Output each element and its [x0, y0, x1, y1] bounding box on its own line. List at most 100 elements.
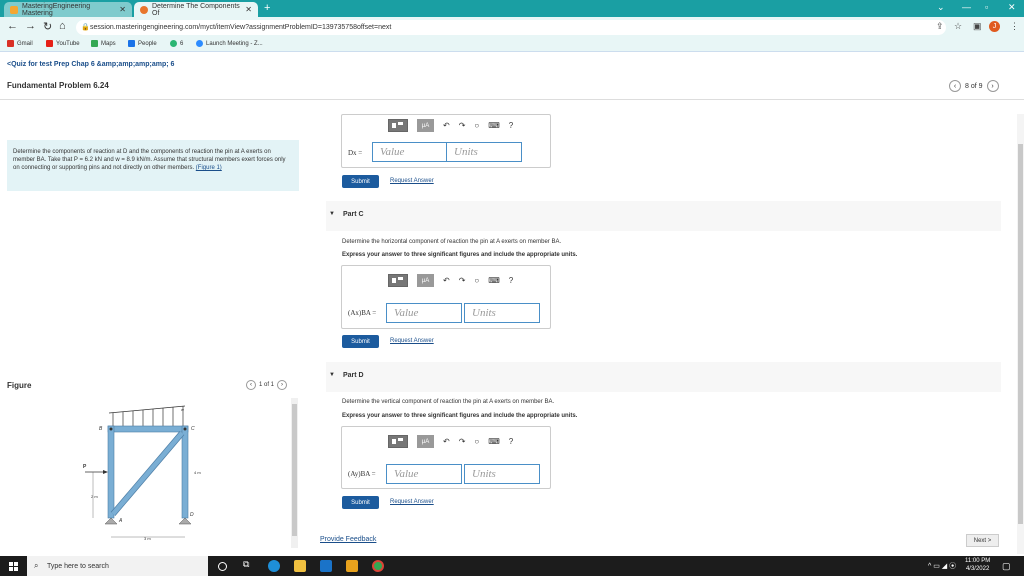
new-tab-button[interactable]: + [264, 2, 270, 14]
keyboard-icon[interactable]: ⌨ [488, 276, 500, 285]
chevron-down-icon[interactable]: ⌄ [937, 2, 945, 13]
forward-arrow-icon[interactable]: → [25, 20, 36, 32]
help-icon[interactable]: ? [509, 121, 513, 130]
youtube-icon [46, 40, 53, 47]
back-arrow-icon[interactable]: ← [7, 20, 18, 32]
units-input[interactable]: Units [464, 464, 540, 484]
submit-button[interactable]: Submit [342, 175, 379, 188]
task-view-icon[interactable]: ⧉ [243, 559, 255, 571]
next-problem-button[interactable]: › [986, 80, 999, 92]
share-icon[interactable]: ⇪ [936, 21, 944, 32]
templates-icon[interactable] [388, 274, 408, 287]
extensions-icon[interactable]: ▣ [973, 21, 982, 32]
windows-start-icon[interactable] [9, 562, 18, 571]
scroll-thumb[interactable] [1018, 144, 1023, 524]
prev-problem-button[interactable]: ‹ [949, 80, 961, 92]
reload-icon[interactable]: ↻ [43, 20, 52, 33]
redo-icon[interactable]: ↷ [459, 121, 466, 130]
units-input[interactable]: Units [446, 142, 522, 162]
figure-pager: ‹ 1 of 1 › [246, 380, 288, 390]
quiz-back-link[interactable]: <Quiz for test Prep Chap 6 &amp;amp;amp;… [7, 61, 174, 68]
maximize-icon[interactable]: ▫ [985, 2, 988, 12]
undo-icon[interactable]: ↶ [443, 437, 450, 446]
taskbar-search-input[interactable]: ⌕ Type here to search [27, 556, 208, 576]
templates-icon[interactable] [388, 435, 408, 448]
figure-link[interactable]: (Figure 1) [196, 165, 222, 171]
mail-icon[interactable] [320, 560, 332, 572]
bookmark-maps[interactable]: Maps [91, 40, 116, 47]
undo-icon[interactable]: ↶ [443, 121, 450, 130]
tab-mastering[interactable]: MasteringEngineering Mastering ✕ [4, 2, 132, 17]
label-d: D [190, 512, 194, 518]
reset-icon[interactable]: ○ [474, 437, 479, 446]
bookmark-6[interactable]: 6 [170, 40, 183, 47]
reset-icon[interactable]: ○ [474, 276, 479, 285]
value-input[interactable]: Value [386, 303, 462, 323]
request-answer-link[interactable]: Request Answer [390, 178, 434, 184]
tab-determine[interactable]: Determine The Components Of ✕ [134, 2, 258, 17]
bookmark-gmail[interactable]: Gmail [7, 40, 33, 47]
url-bar[interactable]: 🔒 session.masteringengineering.com/myct/… [76, 20, 946, 35]
submit-button[interactable]: Submit [342, 335, 379, 348]
system-tray-icons[interactable]: ^ ▭ ◢ ⦿ [928, 561, 956, 571]
part-instruction: Express your answer to three significant… [342, 413, 578, 419]
request-answer-link[interactable]: Request Answer [390, 499, 434, 505]
home-icon[interactable]: ⌂ [59, 20, 66, 32]
cortana-icon[interactable] [218, 562, 227, 571]
redo-icon[interactable]: ↷ [459, 437, 466, 446]
chrome-icon[interactable] [372, 560, 384, 572]
value-input[interactable]: Value [386, 464, 462, 484]
dim-base: 3 m [144, 536, 151, 541]
bookmark-launch-meeting[interactable]: Launch Meeting - Z... [196, 40, 263, 47]
keyboard-icon[interactable]: ⌨ [488, 121, 500, 130]
problem-title: Fundamental Problem 6.24 [7, 81, 109, 90]
prev-figure-button[interactable]: ‹ [246, 380, 256, 390]
file-explorer-icon[interactable] [294, 560, 306, 572]
help-icon[interactable]: ? [509, 437, 513, 446]
units-button[interactable]: μA [417, 435, 434, 448]
units-input[interactable]: Units [464, 303, 540, 323]
help-icon[interactable]: ? [509, 276, 513, 285]
taskbar-clock[interactable]: 11:00 PM 4/3/2022 [965, 557, 990, 573]
bookmark-people[interactable]: People [128, 40, 157, 47]
edge-icon[interactable] [268, 560, 280, 572]
templates-icon[interactable] [388, 119, 408, 132]
dim-left: 2 m [91, 494, 98, 499]
math-toolbar: μA ↶ ↷ ○ ⌨ ? [388, 274, 513, 287]
answer-box-part-b: μA ↶ ↷ ○ ⌨ ? Dx = Value Units [341, 114, 551, 168]
part-description: Determine the vertical component of reac… [342, 399, 555, 405]
undo-icon[interactable]: ↶ [443, 276, 450, 285]
profile-avatar[interactable]: J [989, 21, 1000, 32]
next-figure-button[interactable]: › [277, 380, 288, 390]
bookmark-youtube[interactable]: YouTube [46, 40, 80, 47]
next-button[interactable]: Next > [966, 534, 999, 547]
gmail-icon [7, 40, 14, 47]
member-cd [181, 425, 189, 519]
window-close-icon[interactable]: ✕ [1008, 2, 1016, 13]
redo-icon[interactable]: ↷ [459, 276, 466, 285]
units-button[interactable]: μA [417, 119, 434, 132]
submit-button[interactable]: Submit [342, 496, 379, 509]
star-icon[interactable]: ☆ [954, 21, 962, 32]
minimize-icon[interactable]: — [962, 2, 971, 12]
notifications-icon[interactable]: ▢ [1002, 561, 1011, 572]
divider [0, 99, 1024, 100]
figure-scrollbar[interactable] [291, 398, 298, 548]
scroll-thumb[interactable] [292, 404, 297, 536]
store-icon[interactable] [346, 560, 358, 572]
units-button[interactable]: μA [417, 274, 434, 287]
close-icon[interactable]: ✕ [119, 5, 126, 14]
dim-height: 4 m [194, 470, 201, 475]
provide-feedback-link[interactable]: Provide Feedback [320, 536, 376, 543]
page-scrollbar[interactable] [1017, 114, 1024, 554]
value-input[interactable]: Value [372, 142, 448, 162]
part-c-header[interactable]: ▼ Part C [326, 201, 1001, 231]
part-d-header[interactable]: ▼ Part D [326, 362, 1001, 392]
request-answer-link[interactable]: Request Answer [390, 338, 434, 344]
caret-down-icon: ▼ [329, 211, 335, 217]
menu-dots-icon[interactable]: ⋮ [1010, 21, 1019, 32]
close-icon[interactable]: ✕ [245, 5, 252, 14]
keyboard-icon[interactable]: ⌨ [488, 437, 500, 446]
reset-icon[interactable]: ○ [474, 121, 479, 130]
address-bar-row: ← → ↻ ⌂ 🔒 session.masteringengineering.c… [0, 17, 1024, 38]
